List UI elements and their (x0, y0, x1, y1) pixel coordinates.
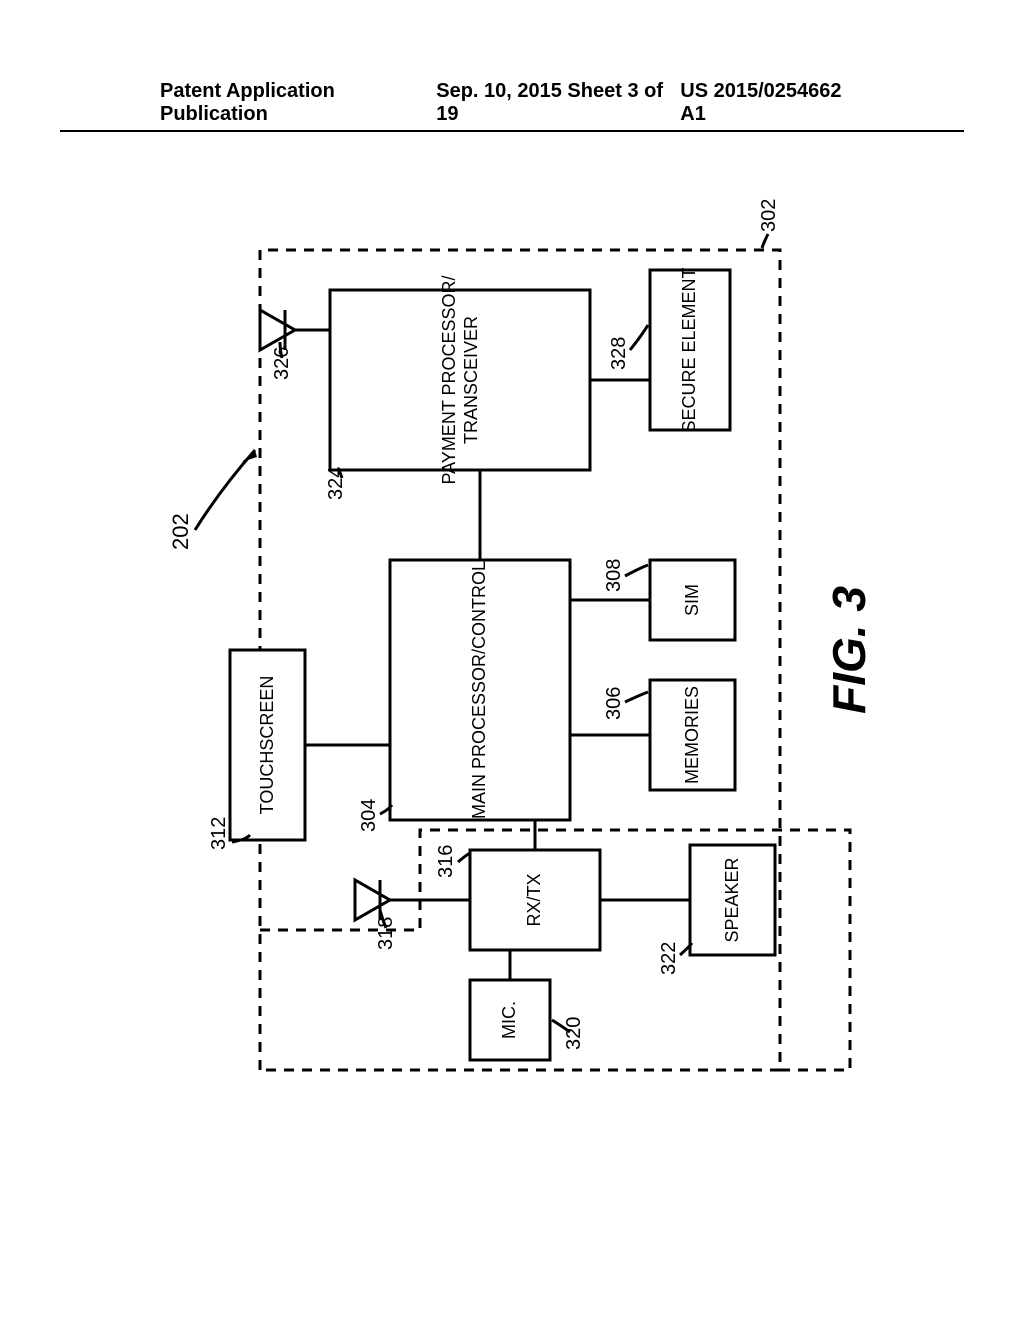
header-left: Patent Application Publication (160, 80, 436, 126)
ref-328: 328 (608, 337, 630, 370)
antenna-326 (260, 310, 330, 350)
figure-caption: FIG. 3 (823, 586, 870, 714)
rxtx-label: RX/TX (524, 873, 544, 926)
ref-302: 302 (758, 199, 780, 232)
payproc-label1: PAYMENT PROCESSOR/ (439, 275, 459, 484)
header-center: Sep. 10, 2015 Sheet 3 of 19 (436, 80, 680, 126)
payproc-label2: TRANSCEIVER (461, 316, 481, 444)
ref-324: 324 (325, 467, 347, 500)
memories-label: MEMORIES (682, 686, 702, 784)
ref-304: 304 (358, 799, 380, 832)
ref-202: 202 (168, 513, 193, 550)
ref-320: 320 (563, 1017, 585, 1050)
ref-312: 312 (208, 817, 230, 850)
header-right: US 2015/0254662 A1 (680, 80, 864, 126)
figure-3-diagram: TOUCHSCREEN MAIN PROCESSOR/CONTROL MEMOR… (120, 150, 870, 1150)
ref-316: 316 (435, 845, 457, 878)
touchscreen-label: TOUCHSCREEN (257, 676, 277, 815)
ref-318: 318 (375, 917, 397, 950)
ref-322: 322 (658, 942, 680, 975)
secure-label: SECURE ELEMENT (679, 267, 699, 432)
sim-label: SIM (682, 584, 702, 616)
mic-label: MIC. (499, 1001, 519, 1039)
antenna-318 (355, 880, 470, 920)
page-header: Patent Application Publication Sep. 10, … (60, 80, 964, 132)
ref-308: 308 (603, 559, 625, 592)
ref-306: 306 (603, 687, 625, 720)
mainproc-label: MAIN PROCESSOR/CONTROL (469, 561, 489, 819)
speaker-label: SPEAKER (722, 857, 742, 942)
